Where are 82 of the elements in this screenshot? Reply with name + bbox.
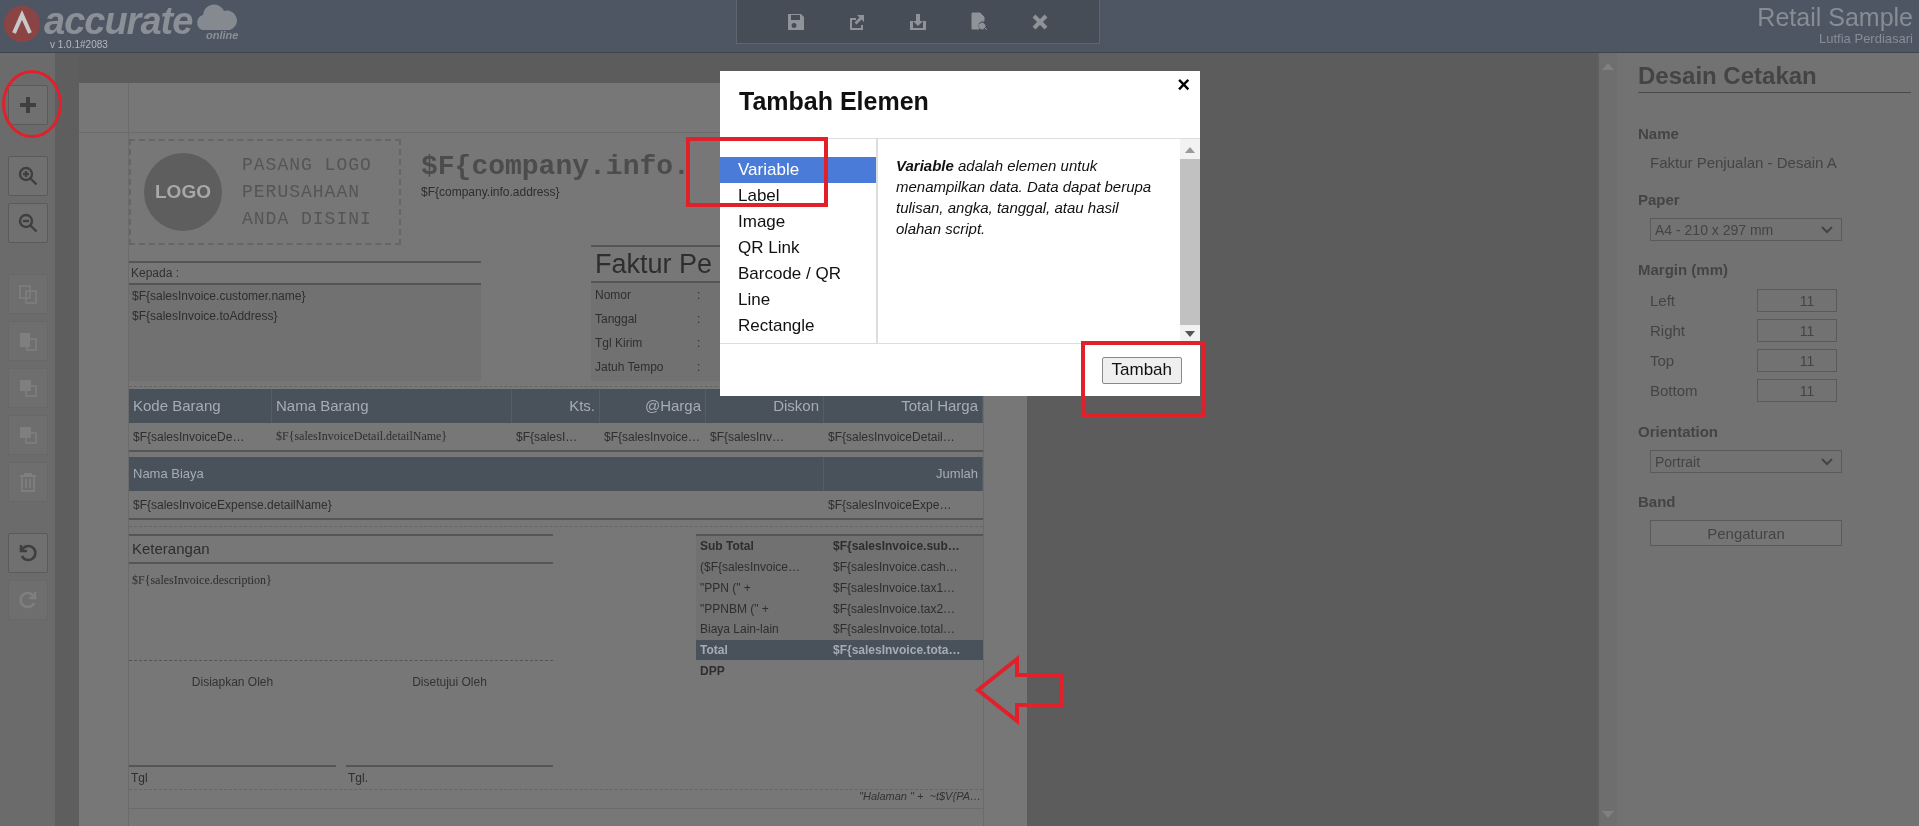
scroll-down-icon[interactable] bbox=[1185, 331, 1195, 337]
add-button[interactable]: Tambah bbox=[1101, 356, 1182, 384]
total-label: "PPN (" + bbox=[699, 580, 752, 595]
total-label: Total bbox=[699, 642, 729, 657]
column-header: Nama Biaya bbox=[129, 457, 824, 491]
element-type-item[interactable]: Label bbox=[720, 183, 876, 209]
table-cell-text: $F{salesInvoice… bbox=[603, 429, 702, 444]
total-label: ($F{salesInvoice… bbox=[699, 560, 802, 575]
invoice-title: Faktur Pe bbox=[591, 247, 721, 283]
company-address-field: $F{company.info.address} bbox=[421, 185, 690, 199]
document-search-icon[interactable] bbox=[969, 11, 990, 32]
total-value: $F{salesInvoice.cash… bbox=[832, 560, 958, 575]
signature-date-label: Tgl. bbox=[346, 765, 553, 787]
table-cell-text: $F{salesInvoiceDetail… bbox=[827, 429, 956, 444]
download-icon[interactable] bbox=[907, 11, 928, 32]
notes-label: Keterangan bbox=[129, 536, 553, 564]
table-cell-text: $F{salesInvoiceExpense.detailName} bbox=[132, 497, 333, 512]
field-separator: : bbox=[697, 312, 701, 326]
element-type-item[interactable]: Barcode / QR bbox=[720, 261, 876, 287]
total-label: "PPNBM (" + bbox=[699, 601, 770, 616]
signature-title: Disiapkan Oleh bbox=[191, 675, 274, 689]
total-label: DPP bbox=[699, 663, 726, 678]
table-cell-text: $F{salesInvoiceDe… bbox=[132, 429, 246, 444]
element-type-item[interactable]: Image bbox=[720, 209, 876, 235]
logo-badge: LOGO bbox=[144, 153, 222, 231]
page-number-field: "Halaman " + ~t$V{PA… bbox=[859, 790, 983, 808]
logo-icon bbox=[3, 5, 41, 43]
table-cell-text: $F{salesI… bbox=[515, 429, 579, 444]
total-label: Biaya Lain-lain bbox=[699, 622, 780, 637]
element-type-item[interactable]: Rectangle bbox=[720, 313, 876, 339]
field-separator: : bbox=[697, 360, 701, 374]
total-value: $F{salesInvoice.tax2… bbox=[832, 601, 956, 616]
close-button[interactable]: × bbox=[1177, 74, 1190, 96]
save-icon[interactable] bbox=[785, 11, 806, 32]
scroll-thumb[interactable] bbox=[1180, 159, 1200, 325]
table-cell-text: $F{salesInv… bbox=[709, 429, 786, 444]
invoice-field-label: Tgl Kirim bbox=[595, 336, 644, 350]
signature-date-label: Tgl bbox=[129, 765, 336, 787]
table-cell-text: $F{salesInvoiceDetail.detailName} bbox=[275, 429, 449, 444]
element-description: Variable adalah elemen untuk menampilkan data. Data dapat berupa tulisan, angka, tanggal, atau hasil olahan script. bbox=[896, 157, 1152, 237]
element-type-item[interactable]: Variable bbox=[720, 157, 876, 183]
logo-subtitle: online bbox=[205, 29, 239, 41]
user-name: Lutfia Perdiasari bbox=[1819, 31, 1913, 46]
highlight-circle bbox=[2, 70, 62, 138]
zoom-in-icon bbox=[16, 165, 39, 187]
scrollbar[interactable] bbox=[1180, 139, 1200, 343]
column-header: Nama Barang bbox=[272, 389, 512, 423]
chevron-down-icon bbox=[1821, 225, 1833, 234]
signature-title: Disetujui Oleh bbox=[412, 675, 487, 689]
scroll-up-icon[interactable] bbox=[1185, 147, 1195, 153]
dialog-title: Tambah Elemen bbox=[739, 87, 929, 116]
recipient-field: $F{salesInvoice.customer.name} bbox=[129, 285, 481, 305]
invoice-field-label: Nomor bbox=[595, 288, 632, 302]
column-header: Jumlah bbox=[824, 457, 983, 491]
total-label: Sub Total bbox=[699, 539, 755, 554]
recipient-field: $F{salesInvoice.toAddress} bbox=[129, 305, 481, 325]
cloud-icon bbox=[194, 3, 239, 31]
undo-button[interactable] bbox=[7, 533, 48, 573]
field-separator: : bbox=[697, 336, 701, 350]
zoom-out-icon bbox=[16, 212, 39, 234]
invoice-field-label: Tanggal bbox=[595, 312, 639, 326]
notes-field: $F{salesInvoice.description} bbox=[132, 573, 272, 587]
column-header: Kts. bbox=[512, 389, 600, 423]
total-value: $F{salesInvoice.tota… bbox=[832, 642, 961, 657]
column-header: @Harga bbox=[600, 389, 706, 423]
table-cell-text: $F{salesInvoiceExpe… bbox=[827, 497, 953, 512]
chevron-down-icon bbox=[1821, 457, 1833, 466]
zoom-in-button[interactable] bbox=[7, 156, 48, 196]
total-value: $F{salesInvoice.sub… bbox=[832, 539, 960, 554]
add-button[interactable] bbox=[7, 85, 48, 125]
column-header: Kode Barang bbox=[129, 389, 272, 423]
field-separator: : bbox=[697, 288, 701, 302]
total-value: $F{salesInvoice.tax1… bbox=[832, 580, 956, 595]
logo-text: accurate bbox=[44, 3, 193, 39]
company-name: Retail Sample bbox=[1757, 3, 1913, 31]
version-label: v 1.0.1#2083 bbox=[50, 39, 109, 50]
invoice-field-label: Jatuh Tempo bbox=[595, 360, 665, 374]
total-value: $F{salesInvoice.total… bbox=[832, 622, 956, 637]
zoom-out-button[interactable] bbox=[7, 203, 48, 243]
element-type-item[interactable]: Line bbox=[720, 287, 876, 313]
recipient-label: Kepada : bbox=[129, 263, 481, 285]
element-type-item[interactable]: QR Link bbox=[720, 235, 876, 261]
